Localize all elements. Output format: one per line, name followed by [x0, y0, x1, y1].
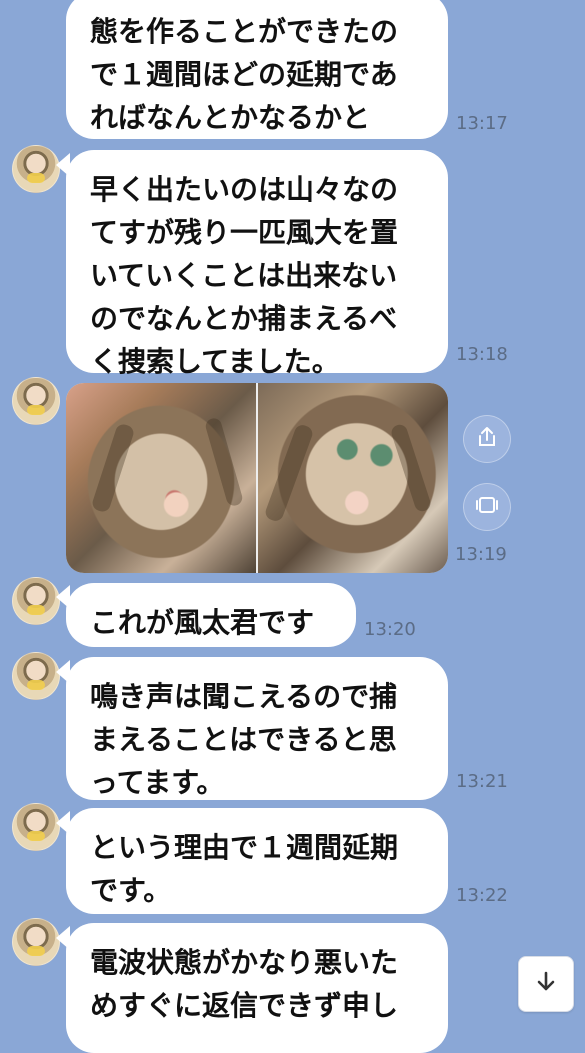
avatar[interactable] — [12, 377, 60, 425]
message-bubble: 鳴き声は聞こえるので捕まえることはできると思ってます。 — [66, 657, 448, 800]
avatar[interactable] — [12, 918, 60, 966]
message-text: 電波状態がかなり悪いためすぐに返信できず申し — [90, 946, 399, 1022]
message-time: 13:18 — [456, 344, 508, 365]
gallery-button[interactable] — [463, 483, 511, 531]
message-bubble: これが風太君です — [66, 583, 356, 647]
arrow-down-icon — [532, 968, 560, 1000]
share-icon — [475, 425, 499, 453]
cat-photo[interactable] — [258, 383, 448, 573]
message-bubble: 早く出たいのは山々なのてすが残り一匹風大を置いていくことは出来ないのでなんとか捕… — [66, 150, 448, 378]
share-button[interactable] — [463, 415, 511, 463]
message-bubble: 態を作ることができたので１週間ほどの延期であればなんとかなるかと — [66, 0, 448, 139]
message-bubble: という理由で１週間延期です。 — [66, 808, 448, 914]
avatar[interactable] — [12, 577, 60, 625]
avatar[interactable] — [12, 652, 60, 700]
photo-detail — [90, 422, 136, 514]
message-time: 13:21 — [456, 771, 508, 792]
gallery-icon — [475, 493, 499, 521]
message-time: 13:19 — [455, 544, 507, 565]
avatar[interactable] — [12, 803, 60, 851]
message-text: これが風太君です — [90, 606, 315, 639]
message-text: 早く出たいのは山々なのてすが残り一匹風大を置いていくことは出来ないのでなんとか捕… — [90, 173, 399, 378]
cat-photo[interactable] — [66, 383, 256, 573]
message-time: 13:20 — [364, 619, 416, 640]
avatar[interactable] — [12, 145, 60, 193]
photo-detail — [263, 422, 315, 524]
scroll-down-button[interactable] — [518, 956, 574, 1012]
message-text: という理由で１週間延期です。 — [90, 831, 399, 907]
message-text: 態を作ることができたので１週間ほどの延期であればなんとかなるかと — [90, 15, 399, 134]
message-bubble: 電波状態がかなり悪いためすぐに返信できず申し — [66, 923, 448, 1053]
photo-detail — [203, 416, 245, 508]
photo-detail — [389, 422, 433, 514]
message-text: 鳴き声は聞こえるので捕まえることはできると思ってます。 — [90, 680, 398, 799]
chat-view: 態を作ることができたので１週間ほどの延期であればなんとかなるかと 13:17 早… — [0, 0, 585, 1053]
message-time: 13:22 — [456, 885, 508, 906]
message-time: 13:17 — [456, 113, 508, 134]
photo-message[interactable] — [66, 383, 448, 573]
